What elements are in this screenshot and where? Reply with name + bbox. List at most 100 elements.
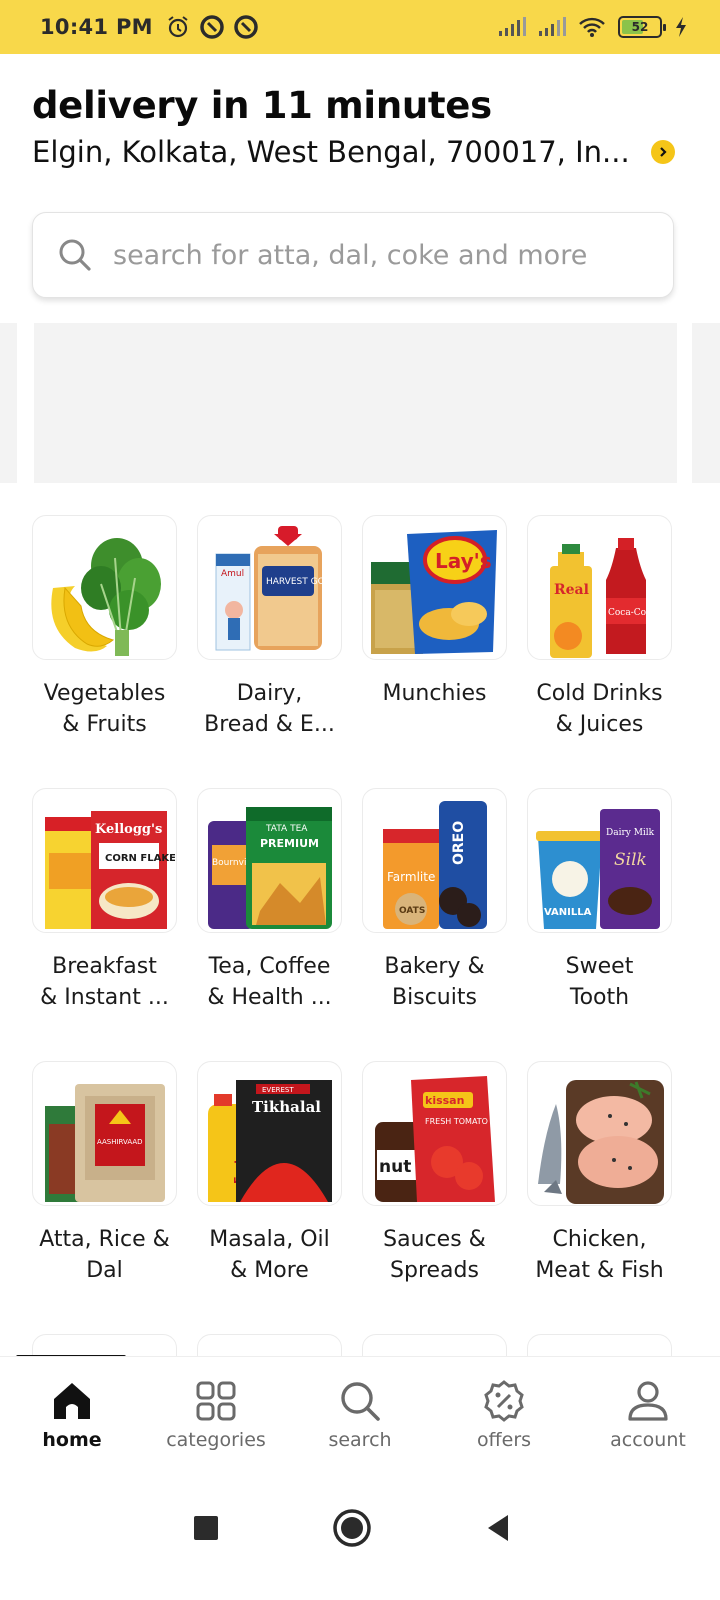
category-atta-rice-dal[interactable]: AASHIRVAAD Atta, Rice & Dal [32, 1061, 177, 1286]
breakfast-image[interactable]: Kellogg's CORN FLAKES [32, 788, 177, 933]
tikhalal-text: Tikhalal [252, 1098, 321, 1116]
status-bar: 10:41 PM 52 [0, 0, 720, 54]
silk-text: Silk [614, 850, 647, 870]
vegetables-fruits-image[interactable] [32, 515, 177, 660]
corn-flakes-text: CORN FLAKES [105, 853, 175, 864]
atta-rice-dal-image[interactable]: AASHIRVAAD [32, 1061, 177, 1206]
category-sweet-tooth[interactable]: VANILLA Dairy Milk Silk Sweet Tooth [527, 788, 672, 1013]
category-munchies[interactable]: Lay's Munchies [362, 515, 507, 740]
category-partial-image[interactable] [362, 1334, 507, 1358]
category-label[interactable]: Breakfast & Instant ... [32, 951, 190, 1013]
banner-placeholder[interactable] [34, 323, 677, 483]
recents-icon [194, 1516, 218, 1540]
category-label-line2: Dal [86, 1258, 123, 1283]
category-partial-image[interactable] [527, 1334, 672, 1358]
category-label-line1: Tea, Coffee [208, 954, 331, 979]
oats-text: OATS [399, 906, 425, 916]
tea-coffee-image[interactable]: Bournvita TATA TEA PREMIUM [197, 788, 342, 933]
category-masala-oil[interactable]: Fortune EVEREST Tikhalal Masala, Oil & M… [197, 1061, 342, 1286]
coca-cola-text: Coca-Cola [608, 608, 655, 618]
category-label[interactable]: Munchies [350, 678, 520, 740]
bakery-biscuits-image[interactable]: Farmlite OATS OREO [362, 788, 507, 933]
nav-search[interactable]: search [288, 1357, 432, 1476]
category-bakery-biscuits[interactable]: Farmlite OATS OREO Bakery & Biscuits [362, 788, 507, 1013]
premium-text: PREMIUM [260, 837, 319, 850]
category-partial[interactable] [197, 1334, 342, 1358]
sauces-spreads-image[interactable]: nut kissan FRESH TOMATO [362, 1061, 507, 1206]
category-label[interactable]: Chicken, Meat & Fish [515, 1224, 673, 1286]
category-label[interactable]: Dairy, Bread & E... [185, 678, 355, 740]
recents-button[interactable] [184, 1506, 228, 1550]
category-vegetables-fruits[interactable]: Vegetables & Fruits [32, 515, 177, 740]
banner-next[interactable] [692, 323, 720, 483]
search-input[interactable] [113, 239, 653, 271]
nav-home[interactable]: home [0, 1357, 144, 1476]
vanilla-text: VANILLA [544, 907, 592, 918]
kelloggs-text: Kellogg's [95, 822, 162, 837]
oreo-text: OREO [451, 820, 467, 864]
category-label[interactable]: Bakery & Biscuits [350, 951, 520, 1013]
category-dairy-bread[interactable]: Amul HARVEST GOLD Dairy, Bread & E... [197, 515, 342, 740]
nav-offers[interactable]: offers [432, 1357, 576, 1476]
category-label-line2: & Health ... [207, 985, 332, 1010]
lays-text: Lay's [435, 549, 492, 573]
category-chicken-meat-fish[interactable]: Chicken, Meat & Fish [527, 1061, 672, 1286]
sweet-tooth-image[interactable]: VANILLA Dairy Milk Silk [527, 788, 672, 933]
search-bar[interactable] [32, 212, 674, 298]
battery-level: 52 [631, 20, 649, 34]
delivery-address[interactable]: Elgin, Kolkata, West Bengal, 700017, In.… [32, 135, 637, 169]
harvest-gold-text: HARVEST GOLD [266, 577, 337, 587]
back-button[interactable] [476, 1506, 520, 1550]
chicken-meat-fish-image[interactable] [527, 1061, 672, 1206]
status-notification-icons [165, 14, 259, 40]
home-circle-icon [333, 1509, 371, 1547]
category-label-line1: Masala, Oil [209, 1227, 330, 1252]
category-tea-coffee[interactable]: Bournvita TATA TEA PREMIUM Tea, Coffee &… [197, 788, 342, 1013]
category-label[interactable]: Sweet Tooth [515, 951, 673, 1013]
category-label-line1: Vegetables [43, 681, 166, 706]
categories-icon [196, 1381, 236, 1421]
search-icon [59, 239, 91, 271]
kissan-text: kissan [425, 1094, 464, 1107]
battery-indicator: 52 [618, 16, 666, 38]
category-partial[interactable] [362, 1334, 507, 1358]
app-notification-icon [234, 15, 258, 39]
home-button[interactable] [330, 1506, 374, 1550]
banner-carousel[interactable] [0, 323, 720, 483]
munchies-image[interactable]: Lay's [362, 515, 507, 660]
category-cold-drinks[interactable]: Real Coca-Cola Cold Drinks & Juices [527, 515, 672, 740]
nav-categories[interactable]: categories [144, 1357, 288, 1476]
category-sauces-spreads[interactable]: nut kissan FRESH TOMATO Sauces & Spreads [362, 1061, 507, 1286]
banner-previous[interactable] [0, 323, 17, 483]
cold-drinks-image[interactable]: Real Coca-Cola [527, 515, 672, 660]
category-breakfast-instant[interactable]: Kellogg's CORN FLAKES Breakfast & Instan… [32, 788, 177, 1013]
address-selector[interactable]: Elgin, Kolkata, West Bengal, 700017, In.… [32, 135, 688, 169]
search-icon [341, 1382, 380, 1421]
nav-account[interactable]: account [576, 1357, 720, 1476]
amul-text: Amul [221, 569, 244, 579]
wifi-icon [579, 17, 605, 37]
category-label[interactable]: Tea, Coffee & Health ... [185, 951, 355, 1013]
category-label[interactable]: Cold Drinks & Juices [515, 678, 673, 740]
category-partial-image[interactable] [197, 1334, 342, 1358]
masala-oil-image[interactable]: Fortune EVEREST Tikhalal [197, 1061, 342, 1206]
category-label[interactable]: Atta, Rice & Dal [32, 1224, 190, 1286]
dairy-bread-image[interactable]: Amul HARVEST GOLD [197, 515, 342, 660]
status-system-icons: 52 [498, 16, 688, 38]
category-label-line1: Sauces & [383, 1227, 486, 1252]
category-label[interactable]: Masala, Oil & More [185, 1224, 355, 1286]
category-label-line2: & Fruits [62, 712, 147, 737]
category-label-line2: Meat & Fish [535, 1258, 664, 1283]
nutella-text: nut [379, 1157, 411, 1177]
fresh-tomato-text: FRESH TOMATO [425, 1117, 488, 1126]
signal-icon [539, 17, 566, 36]
category-label-line1: Dairy, [236, 681, 303, 706]
nav-offers-label: offers [476, 1429, 532, 1451]
category-label[interactable]: Vegetables & Fruits [32, 678, 190, 740]
category-partial[interactable] [527, 1334, 672, 1358]
category-label[interactable]: Sauces & Spreads [350, 1224, 520, 1286]
chevron-right-icon[interactable] [651, 140, 675, 164]
category-label-line1: Bakery & [384, 954, 485, 979]
category-label-line2: Tooth [569, 985, 630, 1010]
app-notification-icon [200, 15, 224, 39]
